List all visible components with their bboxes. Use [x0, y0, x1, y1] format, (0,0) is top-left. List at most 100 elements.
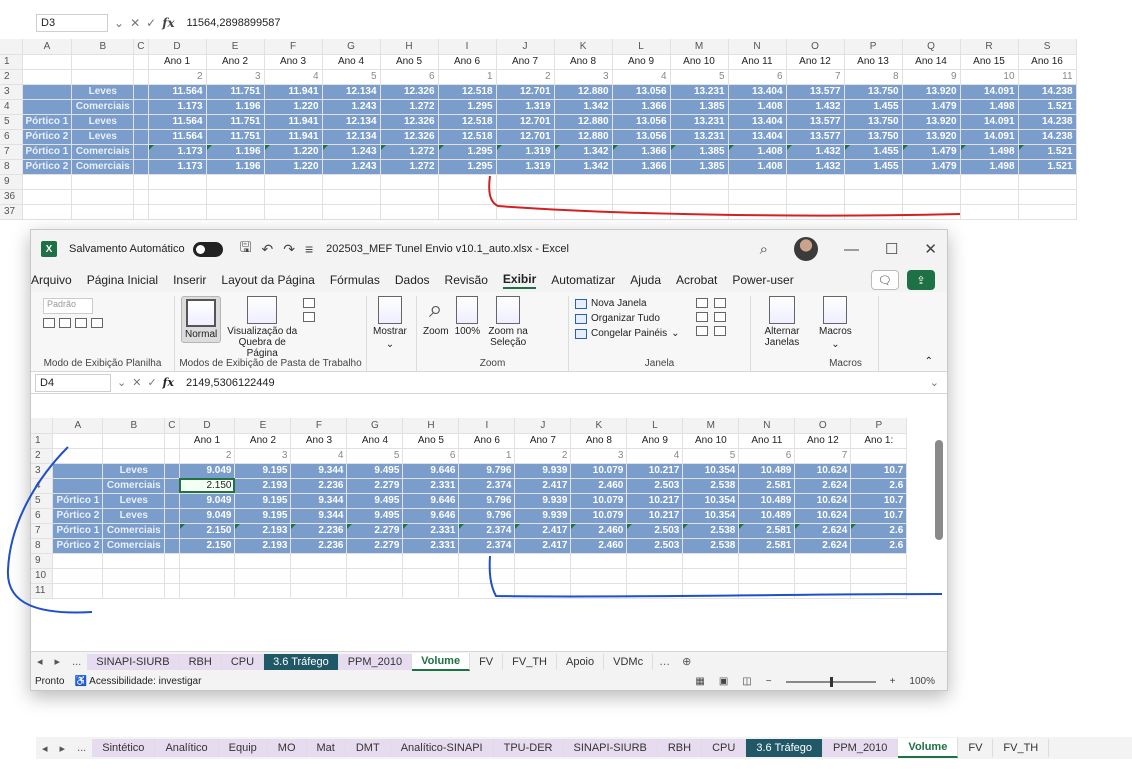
menu-tab[interactable]: Revisão	[445, 273, 488, 287]
menu-tab[interactable]: Automatizar	[551, 273, 615, 287]
cell[interactable]	[22, 174, 73, 190]
search-icon[interactable]: ⌕	[760, 241, 768, 258]
value-cell[interactable]: 1.295	[438, 99, 497, 115]
column-header[interactable]: P	[844, 39, 903, 55]
index-cell[interactable]: 2	[148, 69, 207, 85]
cell[interactable]	[844, 204, 903, 220]
row-header[interactable]: 8	[0, 159, 23, 175]
cell[interactable]	[626, 583, 684, 599]
cell[interactable]	[234, 583, 292, 599]
value-cell[interactable]: 2.279	[346, 478, 404, 494]
cell[interactable]	[346, 583, 404, 599]
index-cell[interactable]: 6	[380, 69, 439, 85]
year-label-cell[interactable]: Ano 8	[554, 54, 613, 70]
value-cell[interactable]: 1.243	[322, 99, 381, 115]
index-cell[interactable]: 4	[612, 69, 671, 85]
cell[interactable]	[133, 114, 149, 130]
sheet-tab[interactable]: Apoio	[557, 653, 605, 670]
sheet-tab[interactable]: Analítico	[155, 739, 219, 757]
cell[interactable]	[738, 553, 796, 569]
value-cell[interactable]: 12.326	[380, 84, 439, 100]
value-cell[interactable]: 9.049	[179, 463, 236, 479]
menu-tab[interactable]: Fórmulas	[330, 273, 380, 287]
avatar[interactable]	[793, 237, 818, 261]
cell[interactable]	[612, 204, 671, 220]
value-cell[interactable]: 9.796	[458, 463, 516, 479]
vehicle-type-cell[interactable]: Leves	[102, 493, 166, 509]
cell[interactable]	[728, 174, 787, 190]
value-cell[interactable]: 9.495	[346, 508, 404, 524]
index-cell[interactable]: 4	[290, 448, 348, 464]
cell[interactable]	[1018, 204, 1077, 220]
value-cell[interactable]: 2.193	[234, 538, 292, 554]
cell[interactable]	[234, 568, 292, 584]
value-cell[interactable]: 2.503	[626, 538, 684, 554]
column-header[interactable]: R	[960, 39, 1019, 55]
expand-formula-icon[interactable]: ⌄	[930, 376, 939, 389]
value-cell[interactable]: 1.243	[322, 159, 381, 175]
value-cell[interactable]: 13.231	[670, 84, 729, 100]
value-cell[interactable]: 9.646	[402, 493, 460, 509]
cell[interactable]	[206, 204, 265, 220]
cell[interactable]	[728, 204, 787, 220]
cell[interactable]	[380, 189, 439, 205]
row-header[interactable]: 4	[31, 478, 54, 494]
tab-more-icon[interactable]: ...	[66, 656, 87, 668]
scrollbar-thumb[interactable]	[935, 440, 943, 540]
add-sheet-icon[interactable]: ⊕	[676, 655, 697, 668]
row-header[interactable]: 2	[0, 69, 23, 85]
value-cell[interactable]: 2.150	[179, 538, 236, 554]
portico-label-cell[interactable]: Pórtico 1	[22, 144, 73, 160]
value-cell[interactable]: 10.354	[682, 493, 740, 509]
year-label-cell[interactable]: Ano 13	[844, 54, 903, 70]
value-cell[interactable]: 10.217	[626, 508, 684, 524]
cell[interactable]	[682, 583, 740, 599]
cell[interactable]	[322, 189, 381, 205]
cell[interactable]	[570, 583, 628, 599]
cell[interactable]	[148, 174, 207, 190]
year-label-cell[interactable]: Ano 3	[290, 433, 348, 449]
comments-icon[interactable]: 🗨	[871, 270, 899, 290]
cell[interactable]	[133, 99, 149, 115]
cell[interactable]	[102, 553, 166, 569]
index-cell[interactable]: 4	[626, 448, 684, 464]
options-icon[interactable]	[91, 318, 103, 328]
cancel-icon[interactable]: ✕	[132, 376, 141, 389]
value-cell[interactable]: 11.941	[264, 114, 323, 130]
cell[interactable]	[554, 204, 613, 220]
vehicle-type-cell[interactable]: Comerciais	[102, 523, 166, 539]
value-cell[interactable]: 10.624	[794, 463, 852, 479]
row-header[interactable]: 9	[31, 553, 54, 569]
value-cell[interactable]: 2.417	[514, 478, 572, 494]
cell[interactable]	[850, 553, 908, 569]
column-header[interactable]: I	[458, 418, 516, 434]
value-cell[interactable]: 2.460	[570, 478, 628, 494]
new-view-icon[interactable]	[75, 318, 87, 328]
value-cell[interactable]: 1.196	[206, 99, 265, 115]
index-cell[interactable]: 10	[960, 69, 1019, 85]
value-cell[interactable]: 13.056	[612, 129, 671, 145]
value-cell[interactable]: 9.344	[290, 493, 348, 509]
value-cell[interactable]: 1.272	[380, 159, 439, 175]
value-cell[interactable]: 2.624	[794, 478, 852, 494]
cell[interactable]	[1018, 189, 1077, 205]
check-icon[interactable]: ✓	[147, 376, 156, 389]
row-header[interactable]: 3	[31, 463, 54, 479]
value-cell[interactable]: 2.417	[514, 523, 572, 539]
value-cell[interactable]: 13.577	[786, 114, 845, 130]
cell[interactable]	[786, 174, 845, 190]
cell[interactable]	[554, 174, 613, 190]
zoom-level[interactable]: 100%	[909, 676, 935, 687]
cell[interactable]	[179, 583, 236, 599]
cell[interactable]	[164, 568, 180, 584]
cell[interactable]	[52, 553, 104, 569]
row-header[interactable]: 1	[0, 54, 23, 70]
value-cell[interactable]: 1.521	[1018, 159, 1077, 175]
value-cell[interactable]: 1.319	[496, 144, 555, 160]
cell[interactable]	[850, 568, 908, 584]
value-cell[interactable]: 2.236	[290, 478, 348, 494]
value-cell[interactable]: 2.581	[738, 538, 796, 554]
value-cell[interactable]: 10.7	[850, 508, 908, 524]
value-cell[interactable]: 1.385	[670, 144, 729, 160]
value-cell[interactable]: 10.489	[738, 508, 796, 524]
